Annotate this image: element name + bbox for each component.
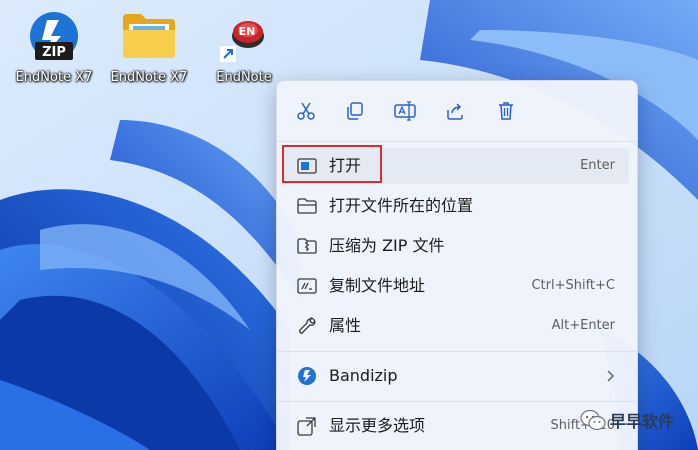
menu-item-bandizip[interactable]: Bandizip [283, 358, 629, 394]
bandizip-icon [298, 367, 316, 385]
bandizip-zip-icon: ZIP [30, 12, 78, 60]
cut-button[interactable] [289, 94, 323, 128]
endnote-shortcut-icon: EN [220, 21, 264, 62]
menu-item-compress-zip[interactable]: 压缩为 ZIP 文件 [283, 228, 629, 264]
share-icon [447, 103, 463, 120]
desktop-icon-endnote-folder[interactable]: EndNote X7 [101, 6, 197, 92]
rename-button[interactable] [388, 94, 422, 128]
folder-open-icon [297, 198, 317, 214]
desktop-icon-endnote-zip[interactable]: ZIP EndNote X7 [6, 6, 102, 92]
folder-icon [123, 14, 175, 58]
delete-icon [499, 102, 513, 120]
menu-item-label: 复制文件地址 [329, 276, 426, 295]
menu-divider [277, 351, 637, 352]
menu-item-label: 打开文件所在的位置 [329, 196, 474, 215]
menu-item-copy-path[interactable]: 复制文件地址 Ctrl+Shift+C [283, 268, 629, 304]
svg-text:ZIP: ZIP [42, 45, 66, 60]
menu-item-open-file-location[interactable]: 打开文件所在的位置 [283, 188, 629, 224]
menu-divider [277, 401, 637, 402]
menu-item-label: 显示更多选项 [329, 416, 426, 435]
desktop-icon-label: EndNote X7 [15, 70, 93, 85]
menu-item-label: 属性 [329, 316, 362, 335]
copy-icon [347, 102, 363, 120]
more-options-icon [297, 417, 316, 436]
desktop-icon-label: EndNote X7 [110, 70, 188, 85]
copy-path-icon [297, 278, 317, 294]
desktop-icon-endnote-shortcut[interactable]: EN EndNote [196, 6, 292, 92]
share-button[interactable] [438, 94, 472, 128]
wechat-icon [580, 409, 606, 431]
delete-button[interactable] [489, 94, 523, 128]
menu-item-shortcut: Alt+Enter [551, 318, 615, 333]
chevron-right-icon [607, 370, 614, 382]
menu-item-show-more-options[interactable]: 显示更多选项 Shift+F10 [283, 408, 629, 444]
watermark: 早早软件 [580, 406, 674, 434]
menu-item-properties[interactable]: 属性 Alt+Enter [283, 308, 629, 344]
rename-icon [394, 101, 416, 121]
open-highlight-box [282, 145, 382, 183]
menu-item-label: Bandizip [329, 366, 398, 385]
zip-folder-icon [297, 238, 317, 254]
toolbar-divider [277, 141, 637, 142]
context-menu: 打开 Enter 打开文件所在的位置 压缩为 ZIP 文件 复制文件地址 Ctr… [276, 80, 638, 450]
copy-button[interactable] [338, 94, 372, 128]
endnote-badge: EN [239, 25, 256, 38]
menu-item-shortcut: Enter [580, 158, 615, 173]
context-menu-toolbar [277, 81, 637, 141]
menu-item-label: 压缩为 ZIP 文件 [329, 236, 445, 255]
wrench-icon [299, 317, 316, 334]
menu-item-shortcut: Ctrl+Shift+C [531, 278, 615, 293]
cut-icon [297, 102, 315, 120]
watermark-text: 早早软件 [610, 412, 675, 431]
